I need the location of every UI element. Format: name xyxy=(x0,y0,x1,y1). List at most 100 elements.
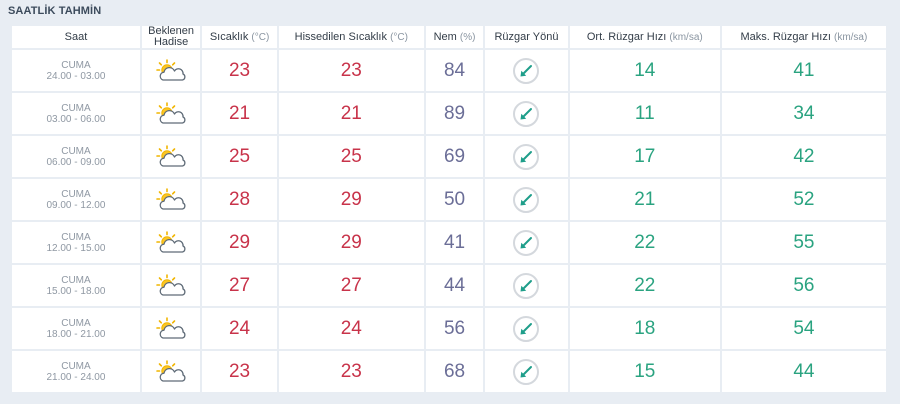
day-label: CUMA xyxy=(61,59,91,71)
time-range: 21.00 - 24.00 xyxy=(46,371,106,383)
humidity-value: 68 xyxy=(425,351,484,392)
humidity-value: 84 xyxy=(425,50,484,91)
partly-cloudy-icon xyxy=(155,316,187,339)
condition-cell xyxy=(141,179,201,220)
arrow-southwest-icon xyxy=(513,57,540,84)
time-range: 15.00 - 18.00 xyxy=(46,285,106,297)
arrow-southwest-icon xyxy=(513,100,540,127)
max-wind-speed-value: 34 xyxy=(721,93,886,134)
feels-like-value: 25 xyxy=(278,136,424,177)
condition-cell xyxy=(141,308,201,349)
time-cell: CUMA 03.00 - 06.00 xyxy=(12,93,140,134)
feels-like-value: 23 xyxy=(278,50,424,91)
wind-direction-cell xyxy=(485,50,568,91)
table-row: CUMA 03.00 - 06.00 21 21 89 11 34 xyxy=(12,93,886,134)
humidity-value: 69 xyxy=(425,136,484,177)
avg-wind-speed-value: 22 xyxy=(569,265,720,306)
temperature-value: 28 xyxy=(202,179,277,220)
condition-cell xyxy=(141,50,201,91)
partly-cloudy-icon xyxy=(155,230,187,253)
day-label: CUMA xyxy=(61,360,91,372)
temperature-value: 25 xyxy=(202,136,277,177)
day-label: CUMA xyxy=(61,231,91,243)
avg-wind-speed-value: 21 xyxy=(569,179,720,220)
wind-direction-cell xyxy=(485,136,568,177)
day-label: CUMA xyxy=(61,188,91,200)
hourly-forecast-table: Saat Beklenen Hadise Sıcaklık (°C) Hissed… xyxy=(10,24,888,394)
feels-like-value: 24 xyxy=(278,308,424,349)
partly-cloudy-icon xyxy=(155,144,187,167)
arrow-southwest-icon xyxy=(513,229,540,256)
time-cell: CUMA 09.00 - 12.00 xyxy=(12,179,140,220)
time-range: 24.00 - 03.00 xyxy=(46,70,106,82)
feels-like-value: 21 xyxy=(278,93,424,134)
arrow-southwest-icon xyxy=(513,186,540,213)
humidity-value: 56 xyxy=(425,308,484,349)
header-temperature: Sıcaklık (°C) xyxy=(202,26,277,48)
header-condition: Beklenen Hadise xyxy=(141,26,201,48)
table-row: CUMA 06.00 - 09.00 25 25 69 17 42 xyxy=(12,136,886,177)
avg-wind-speed-value: 22 xyxy=(569,222,720,263)
max-wind-speed-value: 42 xyxy=(721,136,886,177)
arrow-southwest-icon xyxy=(513,358,540,385)
temperature-value: 27 xyxy=(202,265,277,306)
max-wind-speed-value: 41 xyxy=(721,50,886,91)
time-cell: CUMA 12.00 - 15.00 xyxy=(12,222,140,263)
max-wind-speed-value: 55 xyxy=(721,222,886,263)
condition-cell xyxy=(141,351,201,392)
time-cell: CUMA 15.00 - 18.00 xyxy=(12,265,140,306)
header-time: Saat xyxy=(12,26,140,48)
header-avg-wind-speed: Ort. Rüzgar Hızı (km/sa) xyxy=(569,26,720,48)
time-range: 09.00 - 12.00 xyxy=(46,199,106,211)
partly-cloudy-icon xyxy=(155,101,187,124)
avg-wind-speed-value: 11 xyxy=(569,93,720,134)
table-row: CUMA 15.00 - 18.00 27 27 44 22 56 xyxy=(12,265,886,306)
arrow-southwest-icon xyxy=(513,315,540,342)
condition-cell xyxy=(141,265,201,306)
partly-cloudy-icon xyxy=(155,58,187,81)
wind-direction-cell xyxy=(485,179,568,220)
time-range: 06.00 - 09.00 xyxy=(46,156,106,168)
max-wind-speed-value: 44 xyxy=(721,351,886,392)
avg-wind-speed-value: 15 xyxy=(569,351,720,392)
avg-wind-speed-value: 14 xyxy=(569,50,720,91)
avg-wind-speed-value: 18 xyxy=(569,308,720,349)
header-wind-direction: Rüzgar Yönü xyxy=(485,26,568,48)
section-title: SAATLİK TAHMİN xyxy=(8,5,102,17)
table-row: CUMA 09.00 - 12.00 28 29 50 21 52 xyxy=(12,179,886,220)
partly-cloudy-icon xyxy=(155,359,187,382)
feels-like-value: 29 xyxy=(278,179,424,220)
header-humidity: Nem (%) xyxy=(425,26,484,48)
humidity-value: 50 xyxy=(425,179,484,220)
max-wind-speed-value: 56 xyxy=(721,265,886,306)
day-label: CUMA xyxy=(61,102,91,114)
wind-direction-cell xyxy=(485,308,568,349)
time-range: 12.00 - 15.00 xyxy=(46,242,106,254)
header-feels-like: Hissedilen Sıcaklık (°C) xyxy=(278,26,424,48)
table-row: CUMA 21.00 - 24.00 23 23 68 15 44 xyxy=(12,351,886,392)
temperature-value: 23 xyxy=(202,351,277,392)
time-cell: CUMA 18.00 - 21.00 xyxy=(12,308,140,349)
temperature-value: 29 xyxy=(202,222,277,263)
condition-cell xyxy=(141,93,201,134)
humidity-value: 44 xyxy=(425,265,484,306)
temperature-value: 24 xyxy=(202,308,277,349)
avg-wind-speed-value: 17 xyxy=(569,136,720,177)
feels-like-value: 29 xyxy=(278,222,424,263)
max-wind-speed-value: 52 xyxy=(721,179,886,220)
arrow-southwest-icon xyxy=(513,272,540,299)
max-wind-speed-value: 54 xyxy=(721,308,886,349)
temperature-value: 23 xyxy=(202,50,277,91)
condition-cell xyxy=(141,222,201,263)
table-header-row: Saat Beklenen Hadise Sıcaklık (°C) Hissed… xyxy=(12,26,886,48)
table-row: CUMA 24.00 - 03.00 23 23 84 14 41 xyxy=(12,50,886,91)
wind-direction-cell xyxy=(485,93,568,134)
feels-like-value: 23 xyxy=(278,351,424,392)
humidity-value: 41 xyxy=(425,222,484,263)
time-cell: CUMA 24.00 - 03.00 xyxy=(12,50,140,91)
temperature-value: 21 xyxy=(202,93,277,134)
time-range: 18.00 - 21.00 xyxy=(46,328,106,340)
table-row: CUMA 12.00 - 15.00 29 29 41 22 55 xyxy=(12,222,886,263)
partly-cloudy-icon xyxy=(155,187,187,210)
partly-cloudy-icon xyxy=(155,273,187,296)
